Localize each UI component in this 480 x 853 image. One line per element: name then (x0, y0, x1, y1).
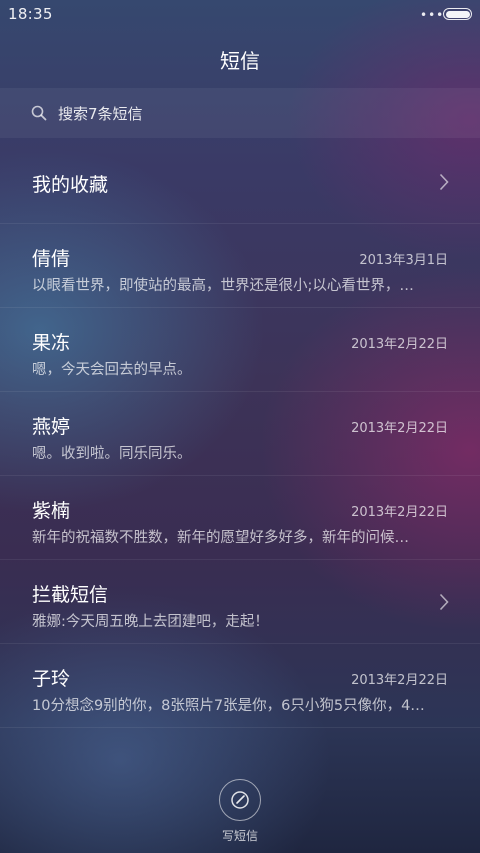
contact-name: 紫楠 (32, 500, 71, 522)
compose-label: 写短信 (221, 829, 258, 843)
message-preview: 10分想念9别的你，8张照片7张是你，6只小狗5只像你，4… (32, 698, 425, 714)
favorites-item[interactable]: 我的收藏 (0, 140, 480, 224)
blocked-messages-item[interactable]: 拦截短信 雅娜:今天周五晚上去团建吧，走起！ (0, 560, 480, 644)
search-bar[interactable]: 搜索7条短信 (0, 88, 480, 138)
contact-name: 燕婷 (32, 416, 71, 438)
conversation-item[interactable]: 燕婷 2013年2月22日 嗯。收到啦。同乐同乐。 (0, 392, 480, 476)
message-preview: 嗯，今天会回去的早点。 (32, 362, 192, 378)
message-preview: 新年的祝福数不胜数，新年的愿望好多好多，新年的问候… (32, 530, 409, 546)
blocked-messages-label: 拦截短信 (32, 584, 109, 606)
message-preview: 嗯。收到啦。同乐同乐。 (32, 446, 192, 462)
conversation-item[interactable]: 子玲 2013年2月22日 10分想念9别的你，8张照片7张是你，6只小狗5只像… (0, 644, 480, 728)
page-title: 短信 (220, 49, 260, 73)
conversation-list: 我的收藏 倩倩 2013年3月1日 以眼看世界，即使站的最高，世界还是很小;以心… (0, 140, 480, 728)
favorites-label: 我的收藏 (32, 174, 109, 196)
contact-name: 倩倩 (32, 248, 71, 270)
message-preview: 以眼看世界，即使站的最高，世界还是很小;以心看世界，… (32, 278, 414, 294)
message-date: 2013年2月22日 (351, 421, 448, 436)
battery-level (445, 10, 470, 18)
message-preview: 雅娜:今天周五晚上去团建吧，走起！ (32, 614, 269, 630)
search-icon (31, 105, 47, 121)
more-dots-icon: ••• (420, 8, 445, 22)
compose-button[interactable] (219, 779, 261, 821)
contact-name: 果冻 (32, 332, 71, 354)
compose-pen-icon (231, 791, 249, 809)
message-date: 2013年3月1日 (359, 253, 448, 268)
status-time: 18:35 (8, 5, 53, 23)
battery-icon (443, 8, 472, 20)
message-date: 2013年2月22日 (351, 505, 448, 520)
conversation-item[interactable]: 果冻 2013年2月22日 嗯，今天会回去的早点。 (0, 308, 480, 392)
chevron-right-icon (439, 593, 449, 611)
contact-name: 子玲 (32, 668, 71, 690)
status-bar: 18:35 ••• (0, 0, 480, 30)
conversation-item[interactable]: 倩倩 2013年3月1日 以眼看世界，即使站的最高，世界还是很小;以心看世界，… (0, 224, 480, 308)
message-date: 2013年2月22日 (351, 673, 448, 688)
title-bar: 短信 (0, 30, 480, 88)
conversation-item[interactable]: 紫楠 2013年2月22日 新年的祝福数不胜数，新年的愿望好多好多，新年的问候… (0, 476, 480, 560)
message-date: 2013年2月22日 (351, 337, 448, 352)
chevron-right-icon (439, 173, 449, 191)
search-input[interactable]: 搜索7条短信 (58, 103, 143, 124)
